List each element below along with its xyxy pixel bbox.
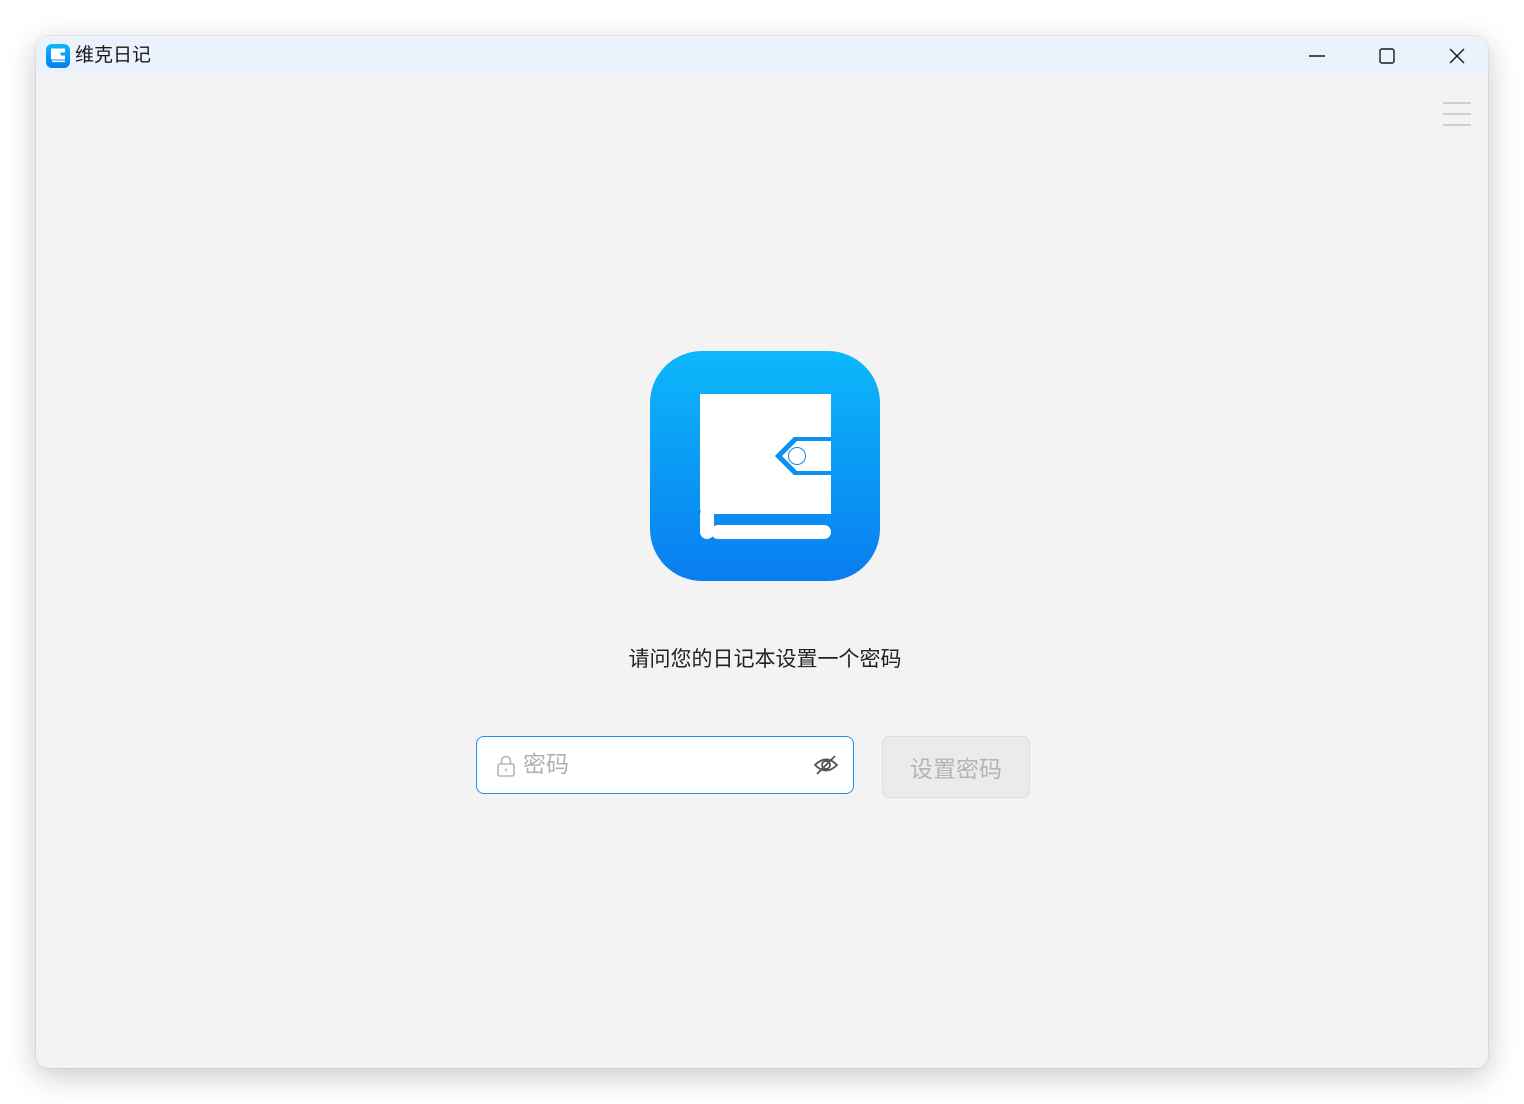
- password-prompt: 请问您的日记本设置一个密码: [628, 647, 902, 671]
- window-title: 维克日记: [75, 44, 152, 66]
- close-button[interactable]: [1422, 36, 1488, 76]
- maximize-icon: [1379, 48, 1395, 64]
- password-input[interactable]: [523, 737, 803, 793]
- app-logo-icon: [46, 44, 70, 68]
- hamburger-menu-icon: [1443, 102, 1471, 126]
- title-bar[interactable]: 维克日记: [36, 36, 1488, 76]
- lock-icon: [497, 755, 515, 777]
- minimize-button[interactable]: [1282, 36, 1352, 76]
- menu-button[interactable]: [1440, 100, 1474, 130]
- eye-off-icon[interactable]: [813, 754, 839, 776]
- maximize-button[interactable]: [1352, 36, 1422, 76]
- password-field[interactable]: [476, 736, 854, 794]
- minimize-icon: [1309, 55, 1325, 57]
- app-window: 维克日记 请问您的日记本设置一个密码 设置密码: [36, 36, 1488, 1068]
- diary-book-icon: [650, 351, 880, 581]
- set-password-button[interactable]: 设置密码: [882, 736, 1030, 798]
- close-icon: [1449, 48, 1465, 64]
